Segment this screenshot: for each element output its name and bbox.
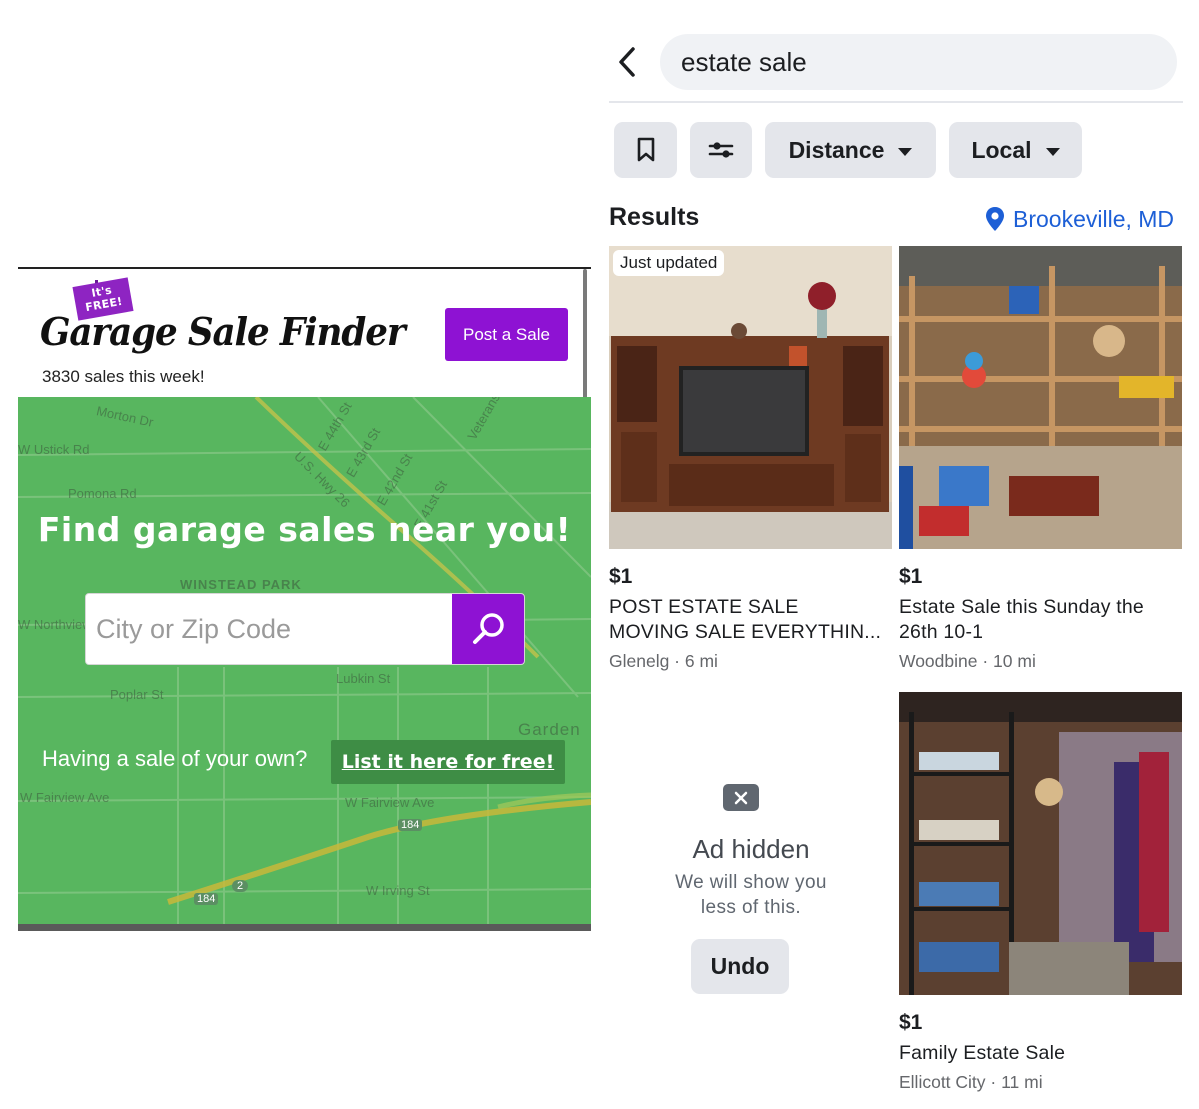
distance-filter-label: Distance: [788, 136, 885, 163]
chevron-left-icon: [619, 47, 635, 77]
just-updated-badge: Just updated: [613, 250, 725, 276]
location-pin-icon: [986, 207, 1004, 231]
listing-location-distance: Glenelg · 6 mi: [609, 651, 718, 671]
local-filter-label: Local: [971, 136, 1032, 163]
listing-title-line: POST ESTATE SALE: [609, 596, 799, 618]
map-label: Poplar St: [110, 687, 164, 702]
sales-count: 3830 sales this week!: [42, 367, 205, 386]
caret-down-icon: [898, 147, 913, 156]
listing-price: $1: [899, 1011, 923, 1034]
map-label: WINSTEAD PARK: [180, 577, 302, 592]
marketplace-panel: estate sale Distance Local Results Brook…: [597, 0, 1199, 1109]
toys-shelves-photo: [899, 246, 1182, 549]
location-search-box: [85, 593, 525, 665]
map-label: Garden: [518, 720, 581, 739]
listing-title-line: Estate Sale this Sunday the: [899, 596, 1144, 618]
map-label: W Fairview Ave: [20, 790, 110, 805]
results-heading: Results: [609, 203, 700, 231]
hero-title: Find garage sales near you!: [37, 510, 572, 549]
search-icon: [473, 613, 504, 644]
map-background: Morton Dr W Ustick Rd Pomona Rd U.S. Hwy…: [18, 397, 591, 924]
list-for-free-link[interactable]: List it here for free!: [331, 740, 565, 784]
back-button[interactable]: [609, 40, 645, 84]
garage-sale-finder-panel: It's FREE! Garage Sale Finder 3830 sales…: [18, 267, 591, 931]
listing-photo[interactable]: [899, 246, 1182, 549]
local-filter-dropdown[interactable]: Local: [949, 122, 1082, 178]
listing-location-distance: Woodbine · 10 mi: [899, 651, 1036, 671]
map-label: W Northview: [18, 617, 92, 632]
map-label: Lubkin St: [336, 671, 391, 686]
saved-filter-button[interactable]: [614, 122, 677, 178]
listing-price: $1: [899, 565, 923, 588]
post-a-sale-button[interactable]: Post a Sale: [445, 308, 568, 361]
site-logo[interactable]: Garage Sale Finder: [40, 309, 406, 354]
close-icon: [734, 791, 748, 804]
header-divider: [609, 101, 1183, 103]
caret-down-icon: [1045, 147, 1060, 156]
highway-shield: 2: [232, 880, 249, 892]
bookmark-icon: [637, 137, 654, 162]
site-header: It's FREE! Garage Sale Finder 3830 sales…: [18, 269, 591, 397]
listing-location-distance: Ellicott City · 11 mi: [899, 1072, 1043, 1092]
city-zip-input[interactable]: [86, 594, 452, 664]
highway-shield: 184: [194, 893, 219, 905]
entertainment-center-photo: [609, 246, 892, 549]
location-selector[interactable]: Brookeville, MD: [985, 203, 1174, 235]
distance-filter-dropdown[interactable]: Distance: [765, 122, 936, 178]
listing-photo[interactable]: Just updated: [609, 246, 892, 549]
map-label: W Ustick Rd: [18, 442, 90, 457]
listing-title[interactable]: POST ESTATE SALE MOVING SALE EVERYTHIN..…: [609, 595, 892, 645]
listing-title-line: 26th 10-1: [899, 621, 984, 643]
highway-shield: 184: [398, 819, 423, 831]
map-label: Pomona Rd: [68, 486, 137, 501]
listing-title-line: Family Estate Sale: [899, 1042, 1066, 1064]
ad-hidden-line: less of this.: [700, 897, 802, 918]
location-label: Brookeville, MD: [1013, 205, 1175, 232]
ad-hidden-title: Ad hidden: [692, 834, 810, 864]
garage-shelves-photo: [899, 692, 1182, 995]
listing-title-line: MOVING SALE EVERYTHIN...: [609, 621, 882, 643]
map-label: W Irving St: [366, 883, 430, 898]
ad-hidden-close-button[interactable]: [723, 784, 759, 811]
map-label: W Fairview Ave: [345, 795, 435, 810]
undo-button[interactable]: Undo: [691, 939, 789, 994]
bottom-border: [18, 924, 591, 931]
listing-photo[interactable]: [899, 692, 1182, 995]
filters-button[interactable]: [690, 122, 752, 178]
sliders-icon: [708, 142, 734, 158]
listing-price: $1: [609, 565, 633, 588]
listing-title[interactable]: Family Estate Sale: [899, 1041, 1182, 1066]
listing-title[interactable]: Estate Sale this Sunday the 26th 10-1: [899, 595, 1182, 645]
search-input[interactable]: estate sale: [660, 34, 1177, 90]
ad-hidden-line: We will show you: [675, 872, 827, 893]
search-button[interactable]: [452, 594, 524, 664]
own-sale-prompt: Having a sale of your own?: [42, 746, 308, 771]
ad-hidden-message: We will show you less of this.: [609, 870, 893, 920]
